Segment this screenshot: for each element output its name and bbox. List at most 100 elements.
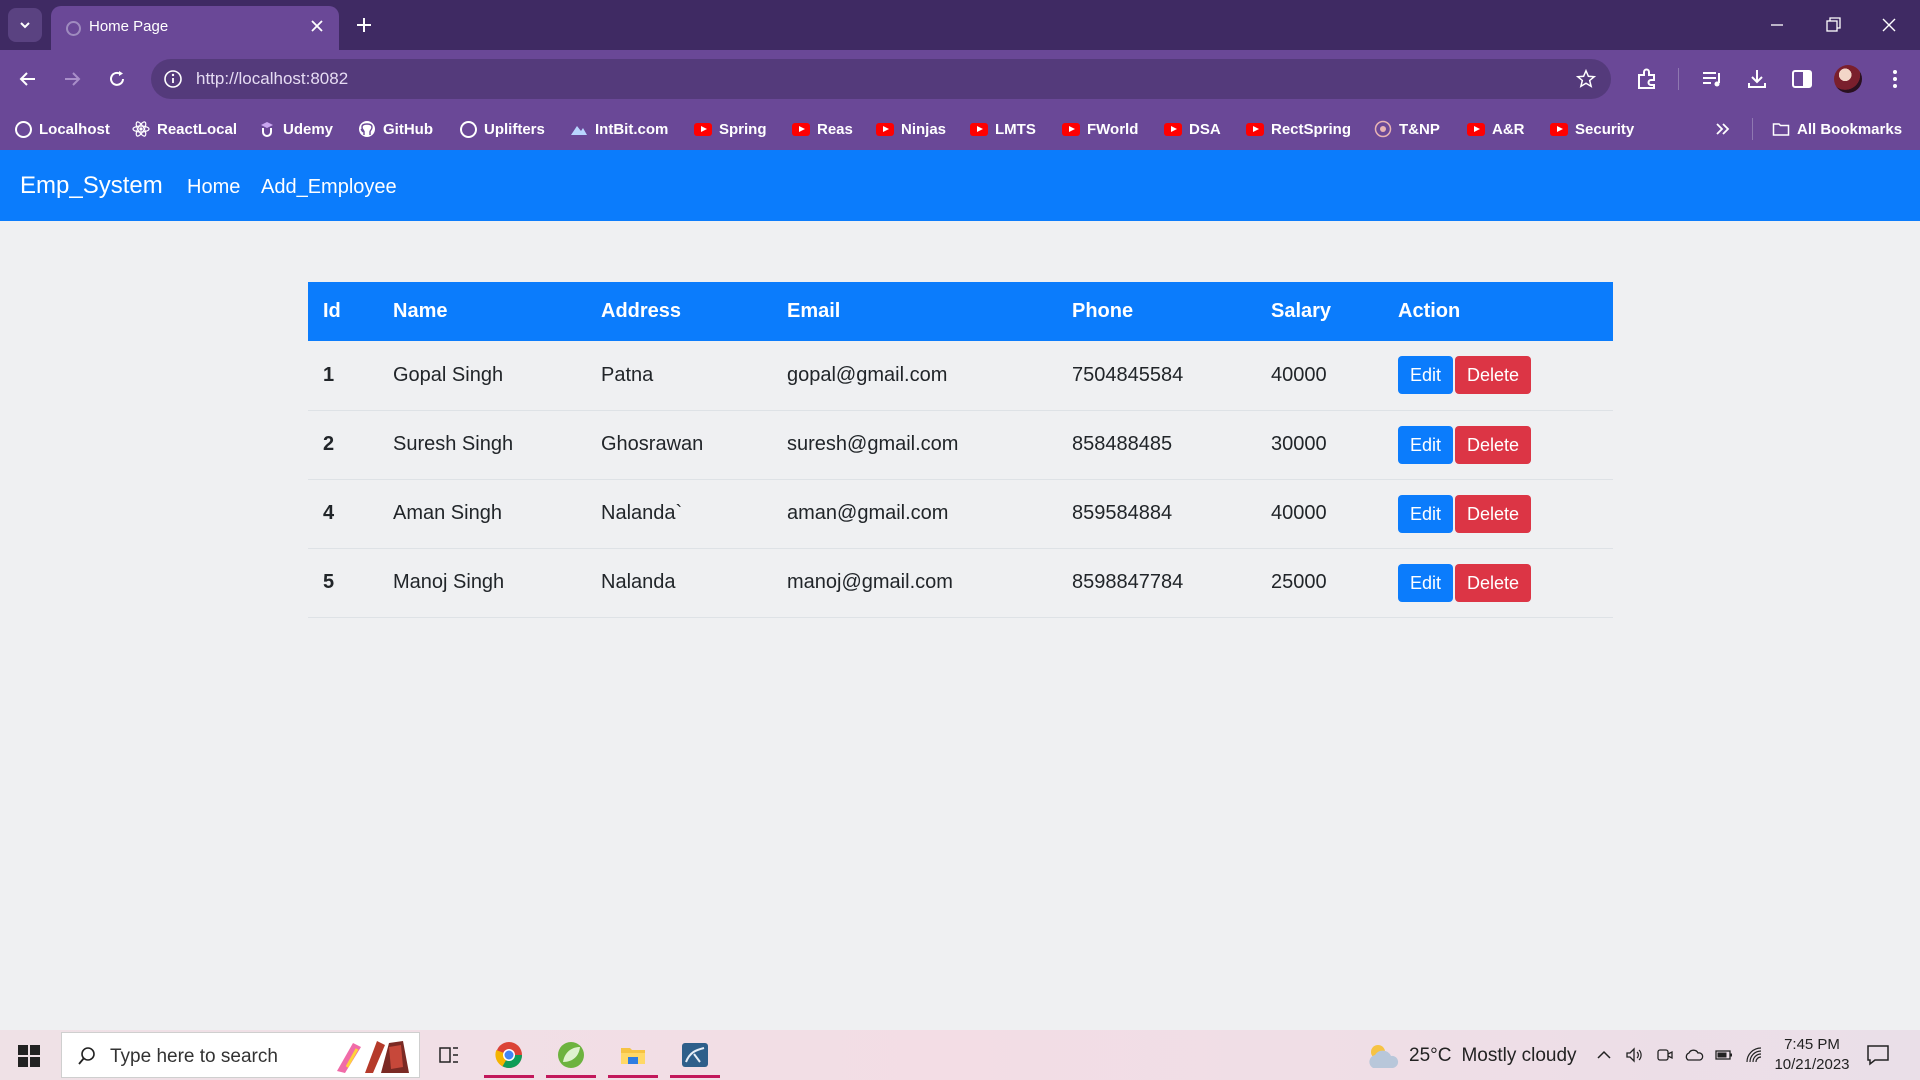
bookmarks-separator — [1752, 118, 1753, 140]
taskbar-chrome[interactable] — [484, 1032, 534, 1078]
volume-icon[interactable] — [1624, 1045, 1644, 1065]
chevron-up-icon[interactable] — [1594, 1045, 1614, 1065]
delete-button[interactable]: Delete — [1455, 425, 1532, 464]
bookmark-intbit[interactable]: IntBit.com — [570, 117, 668, 141]
udemy-icon — [261, 122, 273, 137]
youtube-icon — [792, 122, 810, 136]
bookmark-ninjas[interactable]: Ninjas — [876, 117, 946, 141]
cell-salary: 40000 — [1271, 479, 1398, 549]
taskbar-clock[interactable]: 7:45 PM 10/21/2023 — [1770, 1035, 1854, 1075]
chevron-double-right-icon[interactable] — [1714, 120, 1732, 138]
brand-link[interactable]: Emp_System — [20, 172, 163, 200]
table-row: 2 Suresh Singh Ghosrawan suresh@gmail.co… — [308, 410, 1613, 480]
nav-home-link[interactable]: Home — [187, 176, 240, 199]
browser-toolbar: http://localhost:8082 — [0, 50, 1920, 108]
weather-widget[interactable]: 25°C Mostly cloudy — [1365, 1042, 1577, 1070]
bookmark-security[interactable]: Security — [1550, 117, 1634, 141]
taskbar-search-box[interactable]: Type here to search — [61, 1032, 420, 1078]
youtube-icon — [1062, 122, 1080, 136]
cell-address: Nalanda — [601, 548, 787, 618]
download-icon[interactable] — [1744, 66, 1770, 92]
taskbar-file-explorer[interactable] — [608, 1032, 658, 1078]
cell-action: Edit Delete — [1398, 341, 1613, 411]
close-icon[interactable] — [309, 18, 325, 34]
media-control-icon[interactable] — [1699, 66, 1725, 92]
cell-phone: 7504845584 — [1072, 341, 1271, 411]
chrome-icon — [495, 1042, 523, 1069]
close-window-icon[interactable] — [1879, 15, 1899, 35]
wifi-icon[interactable] — [1744, 1045, 1764, 1065]
cell-action: Edit Delete — [1398, 548, 1613, 618]
bookmark-ar[interactable]: A&R — [1467, 117, 1525, 141]
table-header-row: Id Name Address Email Phone Salary Actio… — [308, 282, 1613, 341]
nav-add-employee-link[interactable]: Add_Employee — [261, 176, 397, 199]
more-vert-icon[interactable] — [1882, 66, 1908, 92]
plus-icon[interactable] — [354, 15, 374, 35]
mysql-workbench-icon — [682, 1043, 708, 1067]
cell-email: manoj@gmail.com — [787, 548, 1072, 618]
taskbar-mysql-workbench[interactable] — [670, 1032, 720, 1078]
url-text[interactable]: http://localhost:8082 — [196, 69, 348, 89]
forward-button[interactable] — [59, 66, 85, 92]
cell-id: 4 — [308, 479, 393, 549]
table-row: 1 Gopal Singh Patna gopal@gmail.com 7504… — [308, 341, 1613, 411]
edit-button[interactable]: Edit — [1398, 356, 1454, 395]
edit-button[interactable]: Edit — [1398, 494, 1454, 533]
cell-email: aman@gmail.com — [787, 479, 1072, 549]
weather-description: Mostly cloudy — [1461, 1045, 1577, 1066]
bookmark-github[interactable]: GitHub — [358, 117, 433, 141]
delete-button[interactable]: Delete — [1455, 356, 1532, 395]
address-bar[interactable]: http://localhost:8082 — [151, 59, 1611, 99]
header-salary: Salary — [1271, 300, 1332, 322]
header-email: Email — [787, 300, 841, 322]
reload-button[interactable] — [104, 66, 130, 92]
bookmark-uplifters[interactable]: Uplifters — [460, 117, 545, 141]
browser-tab[interactable]: Home Page — [51, 6, 339, 50]
toolbar-separator — [1678, 68, 1679, 90]
tab-search-button[interactable] — [8, 8, 42, 42]
bookmark-udemy[interactable]: Udemy — [258, 117, 333, 141]
delete-button[interactable]: Delete — [1455, 494, 1532, 533]
onedrive-icon[interactable] — [1684, 1045, 1704, 1065]
restore-icon[interactable] — [1823, 15, 1843, 35]
bookmark-spring[interactable]: Spring — [694, 117, 767, 141]
cell-salary: 30000 — [1271, 410, 1398, 480]
meet-now-icon[interactable] — [1654, 1045, 1674, 1065]
react-icon — [132, 121, 150, 137]
edit-button[interactable]: Edit — [1398, 563, 1454, 602]
cell-id: 1 — [308, 341, 393, 411]
search-icon — [78, 1047, 95, 1065]
github-icon — [359, 121, 375, 137]
clock-date: 10/21/2023 — [1774, 1056, 1850, 1073]
header-name: Name — [393, 300, 448, 322]
all-bookmarks-button[interactable]: All Bookmarks — [1772, 117, 1902, 141]
bookmark-rectspring[interactable]: RectSpring — [1246, 117, 1351, 141]
taskbar-spring-tools[interactable] — [546, 1032, 596, 1078]
cell-id: 5 — [308, 548, 393, 618]
battery-icon[interactable] — [1714, 1045, 1734, 1065]
info-icon[interactable] — [163, 69, 183, 89]
back-button[interactable] — [15, 66, 41, 92]
bookmark-tnp[interactable]: T&NP — [1374, 117, 1440, 141]
windows-start-icon[interactable] — [18, 1045, 40, 1067]
bookmarks-bar: Localhost ReactLocal Udemy GitHub Uplift… — [0, 108, 1920, 150]
youtube-icon — [1550, 122, 1568, 136]
notification-icon[interactable] — [1866, 1044, 1890, 1066]
bookmark-localhost[interactable]: Localhost — [15, 117, 110, 141]
cell-phone: 858488485 — [1072, 410, 1271, 480]
side-panel-icon[interactable] — [1789, 66, 1815, 92]
star-icon[interactable] — [1575, 68, 1597, 90]
globe-icon — [460, 120, 477, 138]
bookmark-lmts[interactable]: LMTS — [970, 117, 1036, 141]
edit-button[interactable]: Edit — [1398, 425, 1454, 464]
profile-avatar[interactable] — [1834, 65, 1862, 93]
app-navbar: Emp_System Home Add_Employee — [0, 150, 1920, 221]
delete-button[interactable]: Delete — [1455, 563, 1532, 602]
bookmark-reas[interactable]: Reas — [792, 117, 853, 141]
bookmark-reactlocal[interactable]: ReactLocal — [132, 117, 237, 141]
bookmark-fworld[interactable]: FWorld — [1062, 117, 1138, 141]
bookmark-dsa[interactable]: DSA — [1164, 117, 1221, 141]
task-view-icon[interactable] — [438, 1044, 460, 1066]
minimize-icon[interactable] — [1767, 15, 1787, 35]
extensions-icon[interactable] — [1634, 66, 1660, 92]
